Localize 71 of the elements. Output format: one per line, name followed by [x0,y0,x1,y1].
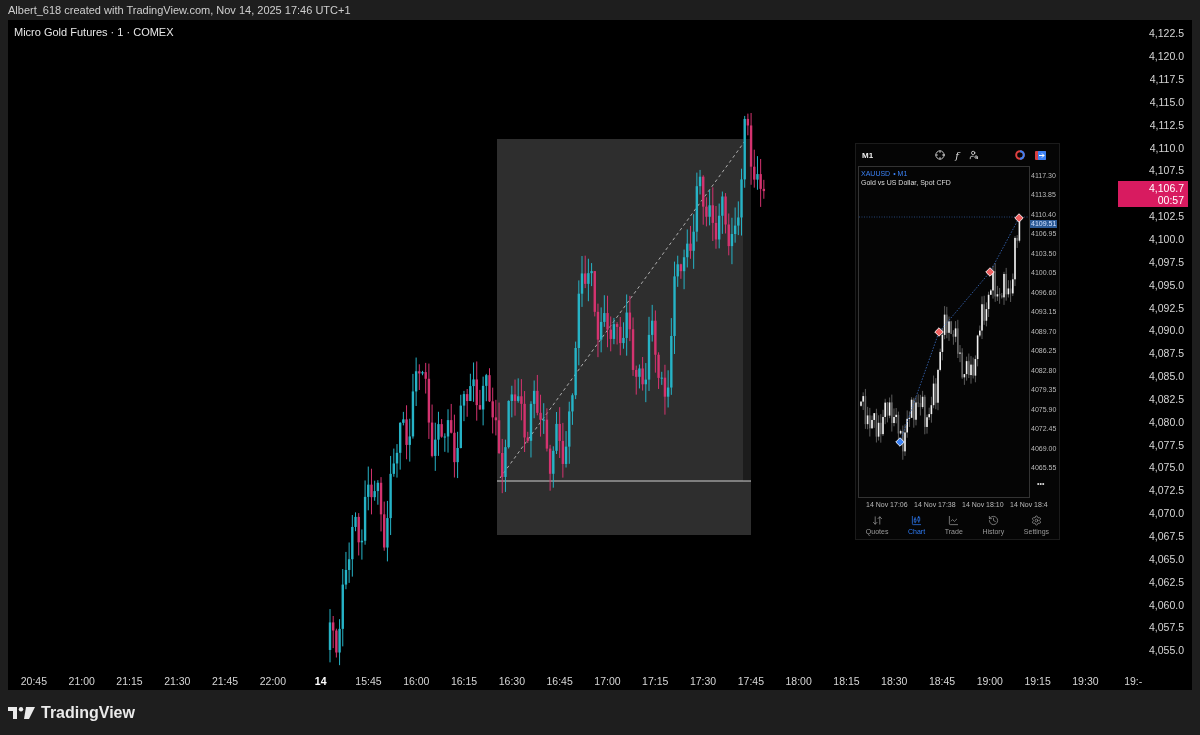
time-label: 17:30 [688,675,718,687]
time-label: 21:15 [115,675,144,687]
price-label: 4,072.5 [1148,484,1184,497]
time-label: 21:45 [210,675,240,687]
settings-icon [1030,514,1042,526]
function-icon[interactable]: f [955,149,959,161]
time-label: 19:30 [1071,675,1100,687]
price-label: 4,062.5 [1148,575,1184,588]
time-label: 18:00 [784,675,813,687]
time-label: 16:30 [497,675,526,687]
logo-icon [8,705,36,720]
trade-marker [895,437,905,447]
price-label: 4,077.5 [1148,438,1184,451]
time-label: 22:00 [258,675,287,687]
exit-icon[interactable] [1034,150,1046,160]
time-label: 20:45 [19,675,49,687]
price-label: 4,057.5 [1148,621,1184,634]
price-label: 4,107.5 [1148,164,1184,177]
chart-title: Micro Gold Futures · 1 · COMEX [14,26,174,38]
time-label: 17:45 [736,675,765,687]
price-label: 4,087.5 [1148,347,1184,360]
price-label: 4,090.0 [1148,324,1184,337]
time-label: 16:15 [449,675,479,687]
ring-icon[interactable] [1014,150,1025,160]
price-label: 4,095.0 [1148,278,1184,291]
price-label: 4,080.0 [1148,415,1184,428]
person-search-icon[interactable] [968,150,979,160]
crosshair-icon[interactable] [935,150,946,160]
price-label: 4,060.0 [1148,598,1184,611]
price-label: 4,082.5 [1148,392,1184,405]
price-label: 4,115.0 [1149,95,1184,108]
time-label: 19:00 [975,675,1004,687]
time-label: 14 [313,675,328,687]
time-label: 16:45 [545,675,574,687]
price-label: 4,097.5 [1148,255,1184,268]
candlestick-icon [911,514,923,526]
time-label: 18:15 [832,675,861,687]
time-label: 18:45 [927,675,957,687]
time-label: 21:30 [163,675,192,687]
trade-marker [934,327,944,337]
price-label: 4,102.5 [1148,210,1184,223]
price-label: 4,110.0 [1149,141,1184,154]
time-label: 17:00 [593,675,622,687]
price-label: 4,070.0 [1148,507,1184,520]
price-label: 4,075.0 [1148,461,1184,474]
time-label: 15:45 [354,675,383,687]
brand-name: TradingView [41,703,135,722]
time-label: 21:00 [67,675,96,687]
last-price-badge: 4,106.7 00:57 [1118,180,1188,207]
time-label: 19:- [1123,675,1144,687]
price-label: 4,092.5 [1148,301,1184,314]
price-label: 4,065.0 [1148,552,1184,565]
price-label: 4,120.0 [1148,50,1184,63]
snapshot-caption: Albert_618 created with TradingView.com, Nov 14, 2025 17:46 UTC+1 [8,4,351,16]
time-label: 19:15 [1023,675,1052,687]
price-label: 4,100.0 [1148,233,1184,245]
time-label: 17:15 [641,675,670,687]
price-label: 4,085.0 [1148,370,1184,383]
line-chart-icon [948,514,960,526]
timeframe-label: M1 [862,150,874,160]
arrows-icon [871,514,883,526]
price-label: 4,112.5 [1149,118,1184,131]
price-label: 4,122.5 [1148,27,1184,40]
price-label: 4,067.5 [1148,530,1184,542]
time-label: 16:00 [402,675,431,687]
price-label: 4,055.0 [1148,644,1184,657]
time-label: 18:30 [880,675,909,687]
trade-marker [1014,213,1024,223]
history-icon [987,514,999,526]
trade-marker [985,267,995,277]
price-label: 4,117.5 [1149,73,1184,86]
